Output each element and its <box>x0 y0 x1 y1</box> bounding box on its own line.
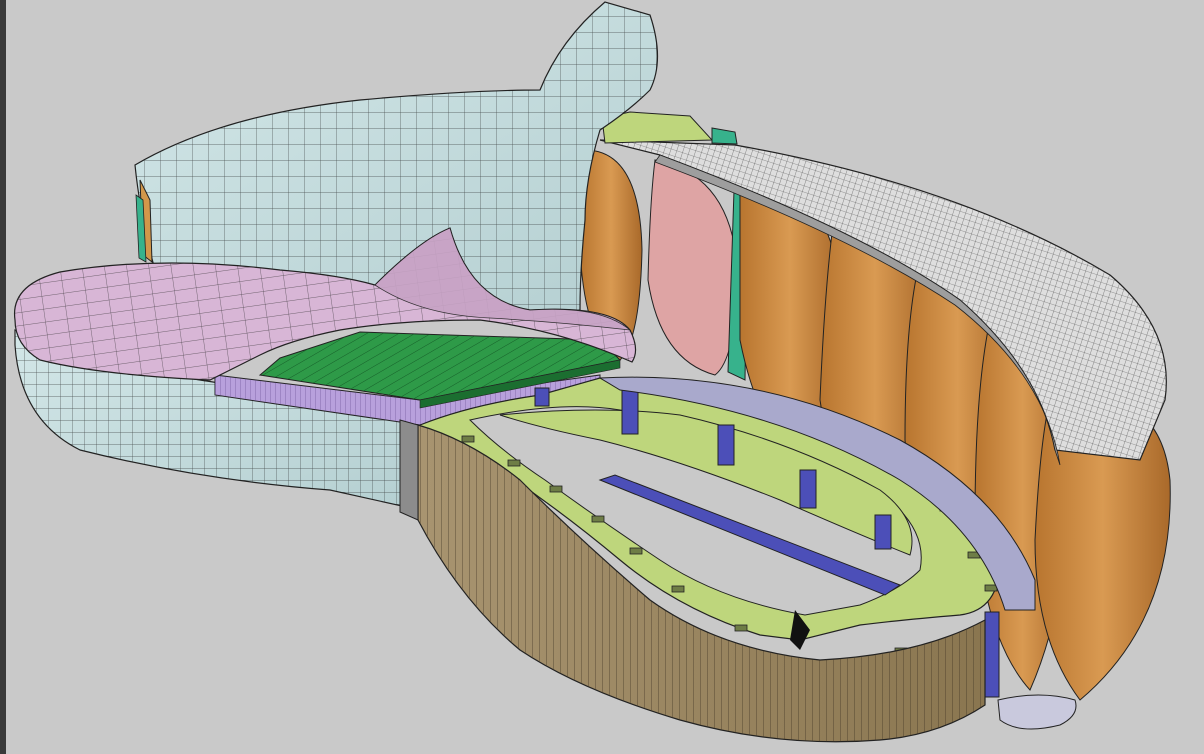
support-post <box>717 424 735 466</box>
support-post <box>874 514 892 550</box>
support-post <box>534 387 550 407</box>
support-post <box>984 611 1000 698</box>
rib-panel-pink <box>647 159 739 376</box>
bottom-plate <box>997 694 1077 730</box>
top-lime-block <box>601 111 738 145</box>
support-post <box>621 387 639 435</box>
support-post <box>799 469 817 509</box>
cutaway-sofa-model <box>13 1 1171 743</box>
3d-render-viewport[interactable] <box>0 0 1204 754</box>
